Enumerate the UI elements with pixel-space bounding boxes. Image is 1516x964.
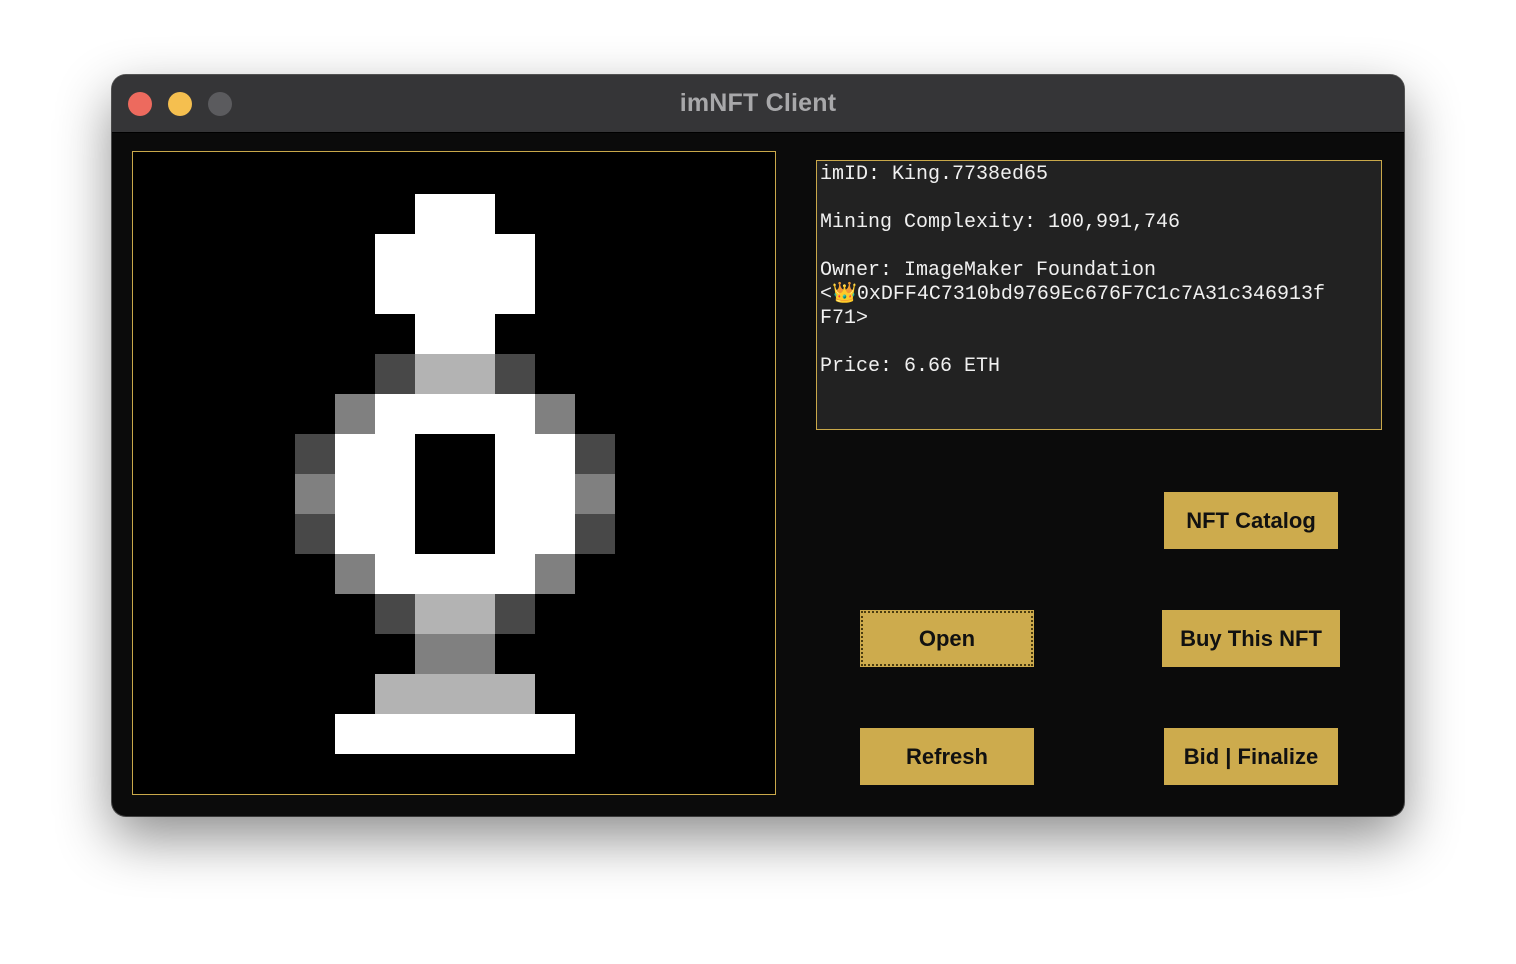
nft-pixel xyxy=(335,394,375,434)
window-title: imNFT Client xyxy=(679,89,837,117)
nft-pixel xyxy=(535,554,575,594)
price-text: Price: 6.66 ETH xyxy=(820,355,1001,378)
nft-pixel xyxy=(335,434,415,554)
nft-pixel xyxy=(335,714,575,754)
nft-pixel xyxy=(495,434,575,554)
nft-pixel xyxy=(375,594,415,634)
nft-pixel xyxy=(415,194,495,234)
nft-pixel xyxy=(375,354,415,394)
mining-complexity-text: Mining Complexity: 100,991,746 xyxy=(820,211,1181,234)
nft-pixel xyxy=(575,474,615,514)
buy-nft-button[interactable]: Buy This NFT xyxy=(1162,610,1340,667)
nft-pixel xyxy=(415,634,495,674)
bid-finalize-button[interactable]: Bid | Finalize xyxy=(1164,728,1338,785)
nft-pixel xyxy=(415,594,495,634)
nft-info-panel: imID: King.7738ed65 Mining Complexity: 1… xyxy=(816,160,1382,430)
nft-pixel xyxy=(375,234,535,314)
owner-address-text: <👑0xDFF4C7310bd9769Ec676F7C1c7A31c346913… xyxy=(820,283,1325,306)
nft-pixel xyxy=(375,674,535,714)
open-button[interactable]: Open xyxy=(860,610,1034,667)
refresh-button[interactable]: Refresh xyxy=(860,728,1034,785)
title-bar[interactable]: imNFT Client xyxy=(112,75,1404,133)
app-window: imNFT Client imID: King.7738ed65 Mining … xyxy=(112,75,1404,816)
nft-pixel xyxy=(495,594,535,634)
owner-address-text-continued: F71> xyxy=(820,307,869,330)
nft-pixel xyxy=(575,514,615,554)
nft-pixel xyxy=(535,394,575,434)
nft-pixel xyxy=(495,354,535,394)
nft-pixel xyxy=(575,434,615,474)
nft-pixel xyxy=(375,394,535,434)
nft-pixel xyxy=(295,514,335,554)
nft-pixel xyxy=(375,554,535,594)
nft-pixel xyxy=(295,474,335,514)
imid-text: imID: King.7738ed65 xyxy=(820,163,1049,186)
nft-pixel xyxy=(335,554,375,594)
nft-pixel xyxy=(415,354,495,394)
nft-catalog-button[interactable]: NFT Catalog xyxy=(1164,492,1338,549)
nft-image-canvas xyxy=(132,151,776,795)
owner-text: Owner: ImageMaker Foundation xyxy=(820,259,1157,282)
nft-pixel xyxy=(295,434,335,474)
nft-pixel xyxy=(415,314,495,354)
